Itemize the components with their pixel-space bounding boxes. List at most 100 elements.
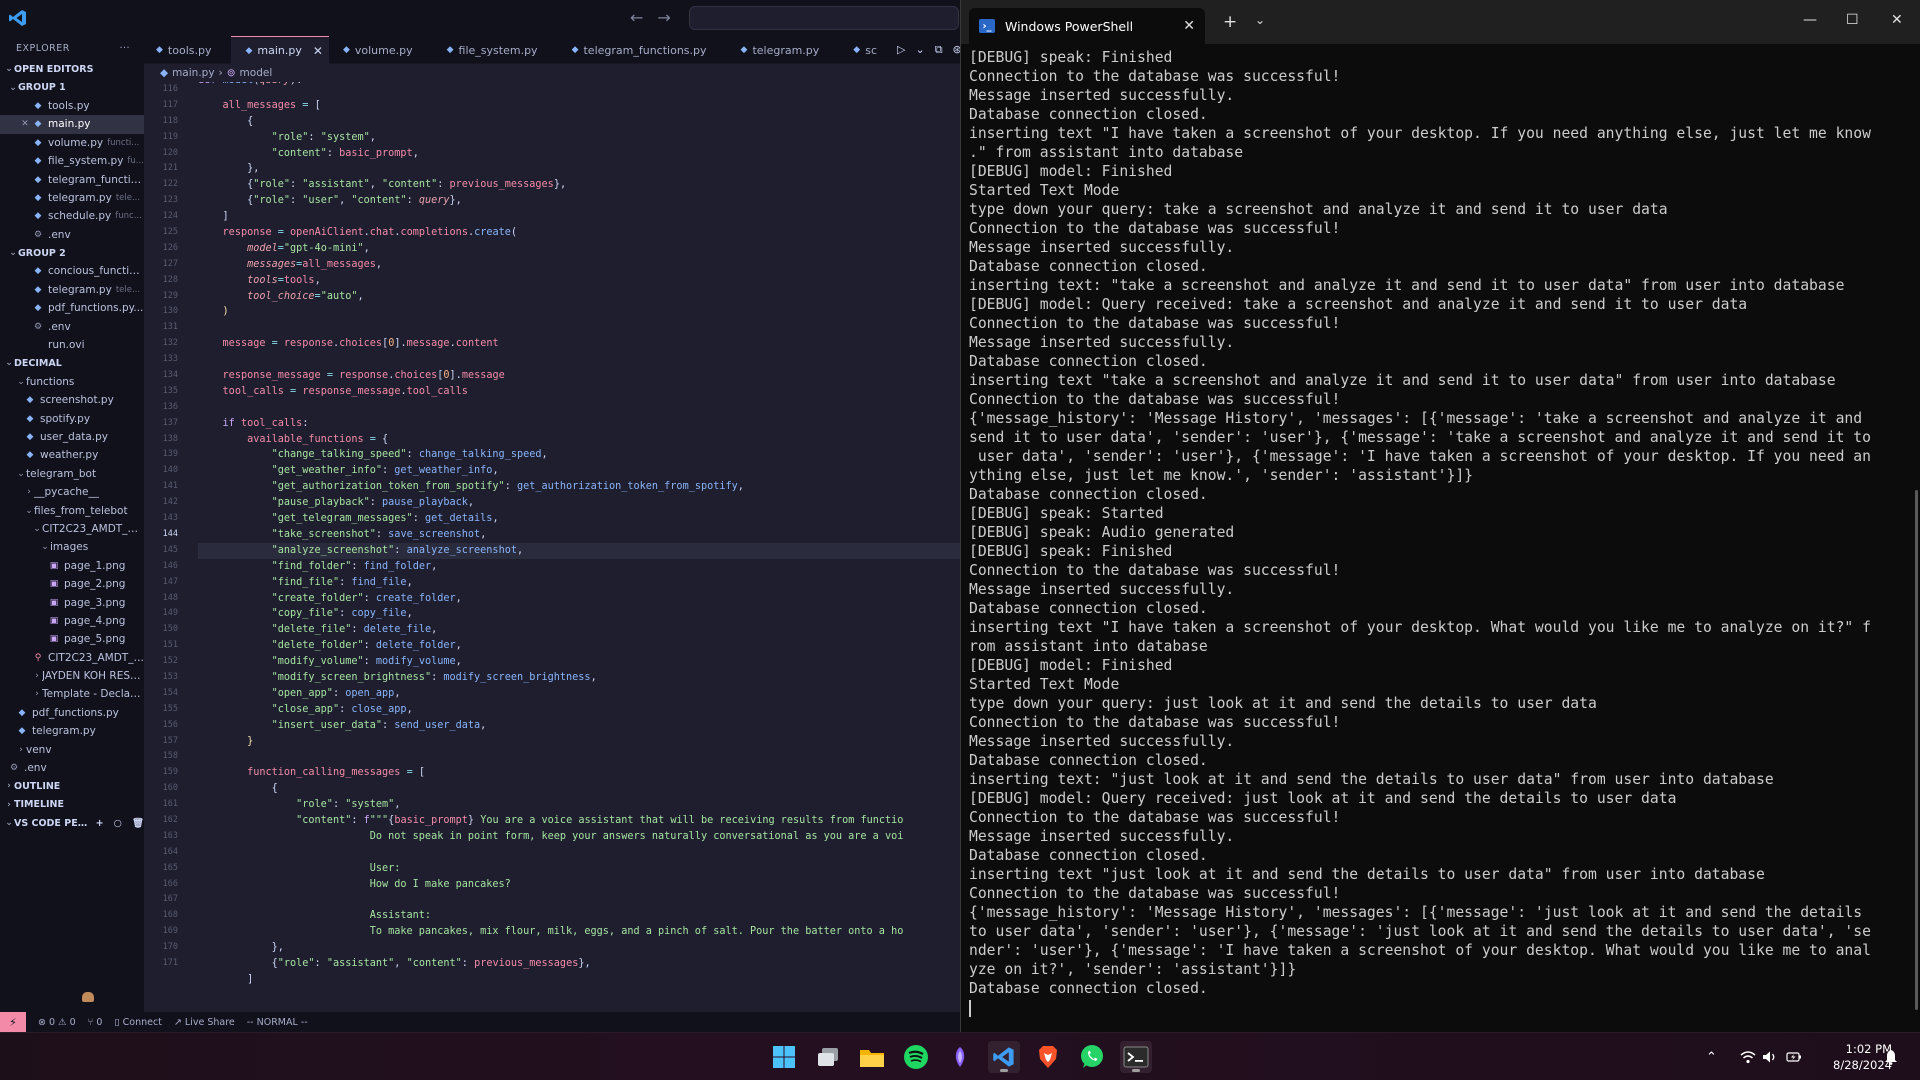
terminal-tab[interactable]: ›_ Windows PowerShell ✕ xyxy=(969,8,1205,44)
open-editor-item[interactable]: ◆ schedule.py func... xyxy=(0,207,144,225)
editor-tab[interactable]: ◆ telegram_functions.py xyxy=(558,36,727,64)
group1-header[interactable]: ⌄ GROUP 1 xyxy=(0,78,144,96)
code-editor[interactable]: 116 117 118 119 120 121 122 123 124 125 126 127 128 1… xyxy=(144,82,960,1012)
pets-section[interactable]: ⌄ VS CODE PETS + ○ 🗑 xyxy=(0,814,144,832)
outline-section[interactable]: › OUTLINE xyxy=(0,777,144,795)
task-view-icon[interactable] xyxy=(812,1041,844,1073)
chevron-down-icon[interactable]: ⌄ xyxy=(915,43,924,56)
tree-file[interactable]: ◆ pdf_functions.py xyxy=(0,704,144,722)
whatsapp-icon[interactable] xyxy=(1076,1041,1108,1073)
open-editors-section[interactable]: ⌄ OPEN EDITORS xyxy=(0,60,144,78)
tree-file[interactable]: ⚙ .env xyxy=(0,759,144,777)
tree-file[interactable]: ◆ spotify.py xyxy=(0,409,144,427)
open-editor-item[interactable]: ⚙ .env xyxy=(0,226,144,244)
spotify-icon[interactable] xyxy=(900,1041,932,1073)
code-line: "get_weather_info": get_weather_info, xyxy=(271,465,499,477)
code-content[interactable]: def model(query): all_messages = [ { "ro… xyxy=(198,82,960,1012)
open-editor-item[interactable]: ◆ pdf_functions.py... xyxy=(0,299,144,317)
problems-count[interactable]: ⊗ 0 ⚠ 0 xyxy=(38,1017,76,1028)
editor-tab[interactable]: ◆ volume.py xyxy=(329,36,433,64)
battery-icon[interactable] xyxy=(1786,1033,1802,1080)
tree-file[interactable]: ▣ page_5.png xyxy=(0,630,144,648)
tree-folder[interactable]: ⌄ CIT2C23_AMDT_AY... xyxy=(0,520,144,538)
close-icon[interactable]: ✕ xyxy=(18,119,32,129)
tree-file[interactable]: ◆ weather.py xyxy=(0,446,144,464)
tree-folder[interactable]: › JAYDEN KOH RESU... xyxy=(0,667,144,685)
pet-ball-icon[interactable]: ○ xyxy=(114,818,122,829)
add-pet-icon[interactable]: + xyxy=(96,818,104,829)
terminal-scrollbar[interactable] xyxy=(1915,490,1918,1010)
group2-header[interactable]: ⌄ GROUP 2 xyxy=(0,244,144,262)
tree-folder[interactable]: ⌄ functions xyxy=(0,373,144,391)
file-explorer-icon[interactable] xyxy=(856,1041,888,1073)
terminal-output[interactable]: [DEBUG] speak: Finished Connection to the… xyxy=(969,48,1909,1028)
run-icon[interactable]: ▷ xyxy=(897,43,905,56)
new-tab-icon[interactable]: + xyxy=(1223,12,1237,32)
terminal-icon[interactable] xyxy=(1120,1041,1152,1073)
ports-count[interactable]: ⑂ 0 xyxy=(88,1017,103,1028)
tree-file[interactable]: ▣ page_4.png xyxy=(0,612,144,630)
breadcrumb-symbol[interactable]: model xyxy=(240,67,273,79)
tree-file[interactable]: ⚲ CIT2C23_AMDT_A... xyxy=(0,649,144,667)
wifi-icon[interactable] xyxy=(1740,1033,1756,1080)
compare-icon[interactable]: ⧉ xyxy=(935,43,943,57)
open-editor-item[interactable]: ⚙ .env xyxy=(0,317,144,335)
editor-tab[interactable]: ◆ main.py ✕ xyxy=(231,36,329,64)
vscode-logo-icon[interactable] xyxy=(8,8,28,28)
live-share-icon[interactable]: ⊛ xyxy=(953,43,960,56)
code-line: "get_telegram_messages": get_details, xyxy=(271,513,499,525)
tree-folder[interactable]: › venv xyxy=(0,740,144,758)
maximize-icon[interactable]: ☐ xyxy=(1846,12,1859,28)
minimize-icon[interactable]: — xyxy=(1803,12,1817,28)
open-editor-item[interactable]: ◆ concious_functio... xyxy=(0,262,144,280)
editor-tab[interactable]: ◆ sc xyxy=(839,36,897,64)
tree-folder[interactable]: › __pycache__ xyxy=(0,483,144,501)
close-window-icon[interactable]: ✕ xyxy=(1891,12,1903,28)
copilot-icon[interactable] xyxy=(944,1041,976,1073)
editor-tab[interactable]: ◆ tools.py xyxy=(144,36,231,64)
close-tab-icon[interactable]: ✕ xyxy=(1183,18,1195,34)
show-hidden-icons-icon[interactable]: ⌃ xyxy=(1706,1033,1717,1080)
tree-file[interactable]: ◆ telegram.py xyxy=(0,722,144,740)
tree-file[interactable]: ◆ user_data.py xyxy=(0,428,144,446)
tree-folder[interactable]: ⌄ telegram_bot xyxy=(0,465,144,483)
tree-file[interactable]: ▣ page_1.png xyxy=(0,557,144,575)
forward-arrow-icon[interactable]: → xyxy=(657,8,684,27)
line-number: 161 xyxy=(162,799,178,810)
open-editor-item[interactable]: ◆ volume.py functi... xyxy=(0,134,144,152)
open-editor-item[interactable]: ✕ ◆ main.py xyxy=(0,115,144,134)
notification-bell-icon[interactable] xyxy=(1884,1033,1898,1080)
timeline-section[interactable]: › TIMELINE xyxy=(0,796,144,814)
tree-file[interactable]: ◆ screenshot.py xyxy=(0,391,144,409)
volume-icon[interactable] xyxy=(1762,1033,1778,1080)
close-icon[interactable]: ✕ xyxy=(313,44,323,58)
open-editor-item[interactable]: ◆ tools.py xyxy=(0,97,144,115)
brave-icon[interactable] xyxy=(1032,1041,1064,1073)
open-editor-item[interactable]: ◆ file_system.py fu... xyxy=(0,152,144,170)
clock[interactable]: 1:02 PM 8/28/2024 xyxy=(1812,1041,1892,1073)
command-center-input[interactable] xyxy=(689,6,959,30)
breadcrumb-file[interactable]: main.py xyxy=(172,67,214,79)
editor-tab[interactable]: ◆ file_system.py xyxy=(433,36,558,64)
connect-button[interactable]: ▯ Connect xyxy=(114,1017,162,1028)
tree-folder[interactable]: ⌄ files_from_telebot xyxy=(0,501,144,519)
tree-file[interactable]: ▣ page_2.png xyxy=(0,575,144,593)
tree-folder[interactable]: › Template - Declara... xyxy=(0,685,144,703)
chevron-down-icon[interactable]: ⌄ xyxy=(1255,13,1265,27)
workspace-section[interactable]: ⌄ DECIMAL xyxy=(0,354,144,372)
open-editor-item[interactable]: ◆ telegram.py tele... xyxy=(0,281,144,299)
vscode-icon[interactable] xyxy=(988,1041,1020,1073)
remote-indicator-icon[interactable]: ⚡ xyxy=(0,1012,26,1032)
editor-tab[interactable]: ◆ telegram.py xyxy=(727,36,840,64)
tree-file[interactable]: ▣ page_3.png xyxy=(0,593,144,611)
live-share-button[interactable]: ↗ Live Share xyxy=(174,1017,235,1028)
start-icon[interactable] xyxy=(768,1041,800,1073)
open-editor-item[interactable]: ◆ telegram_functio... xyxy=(0,170,144,188)
explorer-more-icon[interactable]: ··· xyxy=(119,43,130,54)
open-editor-item[interactable]: run.ovi xyxy=(0,336,144,354)
pet-cat-icon[interactable] xyxy=(82,992,94,1002)
back-arrow-icon[interactable]: ← xyxy=(630,8,657,27)
open-editor-item[interactable]: ◆ telegram.py tele... xyxy=(0,189,144,207)
tree-folder[interactable]: ⌄ images xyxy=(0,538,144,556)
delete-pet-icon[interactable]: 🗑 xyxy=(132,818,144,829)
